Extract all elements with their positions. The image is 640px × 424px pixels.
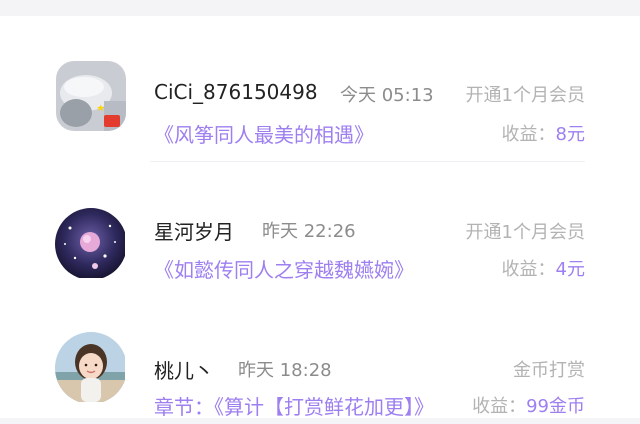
user-name: 星河岁月 xyxy=(154,220,234,244)
user-name: 桃儿丶 xyxy=(154,359,214,383)
action-label: 金币打赏 xyxy=(513,360,585,381)
timestamp: 今天 05:13 xyxy=(340,85,434,106)
earnings-label: 收益： xyxy=(501,124,556,145)
avatar[interactable] xyxy=(56,61,126,131)
bottom-bar xyxy=(0,418,640,424)
avatar-girl-photo xyxy=(55,332,125,402)
earnings-amount: 8元 xyxy=(555,124,585,145)
action-label: 开通1个月会员 xyxy=(465,222,585,243)
avatar-cap-photo xyxy=(56,61,126,131)
work-title-link[interactable]: 《风筝同人最美的相遇》 xyxy=(154,119,374,148)
list-item[interactable]: 星河岁月 昨天 22:26 开通1个月会员 《如懿传同人之穿越魏嬿婉》 收益：4… xyxy=(0,148,640,282)
avatar[interactable] xyxy=(55,332,127,404)
earnings: 收益：8元 xyxy=(502,120,585,146)
earnings: 收益：99金币 xyxy=(472,392,585,418)
list-item[interactable]: CiCi_876150498 今天 05:13 开通1个月会员 《风筝同人最美的… xyxy=(0,16,640,162)
timestamp: 昨天 18:28 xyxy=(238,360,332,381)
avatar[interactable] xyxy=(55,208,127,280)
earnings-amount: 99金币 xyxy=(526,396,585,417)
action-label: 开通1个月会员 xyxy=(465,85,585,106)
earnings-list: CiCi_876150498 今天 05:13 开通1个月会员 《风筝同人最美的… xyxy=(0,16,640,419)
list-item[interactable]: 桃儿丶 昨天 18:28 金币打赏 章节：《算计【打赏鲜花加更】》 收益：99金… xyxy=(0,276,640,419)
avatar-galaxy xyxy=(55,208,125,278)
top-bar xyxy=(0,0,640,16)
work-title-link[interactable]: 章节：《算计【打赏鲜花加更】》 xyxy=(154,391,440,420)
earnings-label: 收益： xyxy=(472,396,527,417)
timestamp: 昨天 22:26 xyxy=(262,221,356,242)
user-name: CiCi_876150498 xyxy=(154,80,318,104)
